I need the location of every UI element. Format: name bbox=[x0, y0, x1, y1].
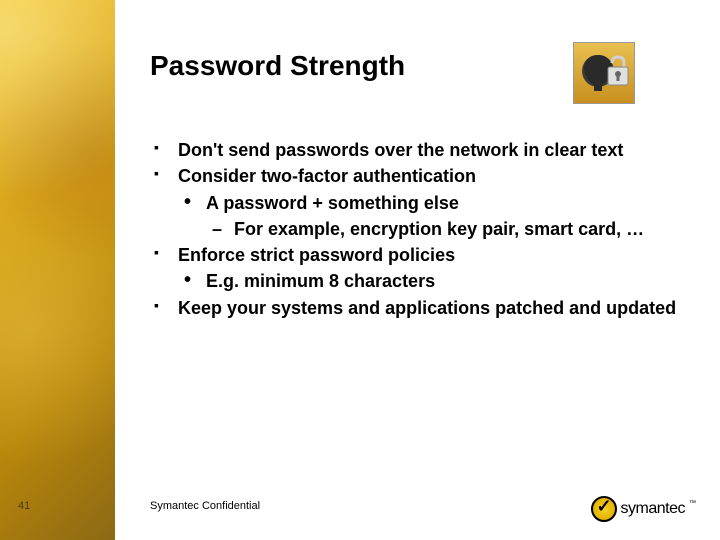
list-item: Consider two-factor authentication bbox=[150, 164, 680, 188]
bullet-list: Don't send passwords over the network in… bbox=[150, 138, 680, 322]
footer-label: Symantec Confidential bbox=[150, 500, 260, 512]
logo-text: symantec bbox=[621, 500, 685, 518]
logo-trademark: ™ bbox=[689, 500, 696, 507]
slide-title: Password Strength bbox=[150, 50, 405, 82]
list-item: For example, encryption key pair, smart … bbox=[150, 217, 680, 241]
list-item: A password + something else bbox=[150, 191, 680, 215]
list-item: Keep your systems and applications patch… bbox=[150, 296, 680, 320]
decorative-left-stripe bbox=[0, 0, 115, 540]
symantec-logo: symantec ™ bbox=[591, 496, 696, 522]
list-item: Don't send passwords over the network in… bbox=[150, 138, 680, 162]
head-padlock-icon bbox=[573, 42, 635, 104]
page-number: 41 bbox=[18, 500, 30, 512]
list-item: E.g. minimum 8 characters bbox=[150, 269, 680, 293]
list-item: Enforce strict password policies bbox=[150, 243, 680, 267]
logo-checkmark-icon bbox=[591, 496, 617, 522]
